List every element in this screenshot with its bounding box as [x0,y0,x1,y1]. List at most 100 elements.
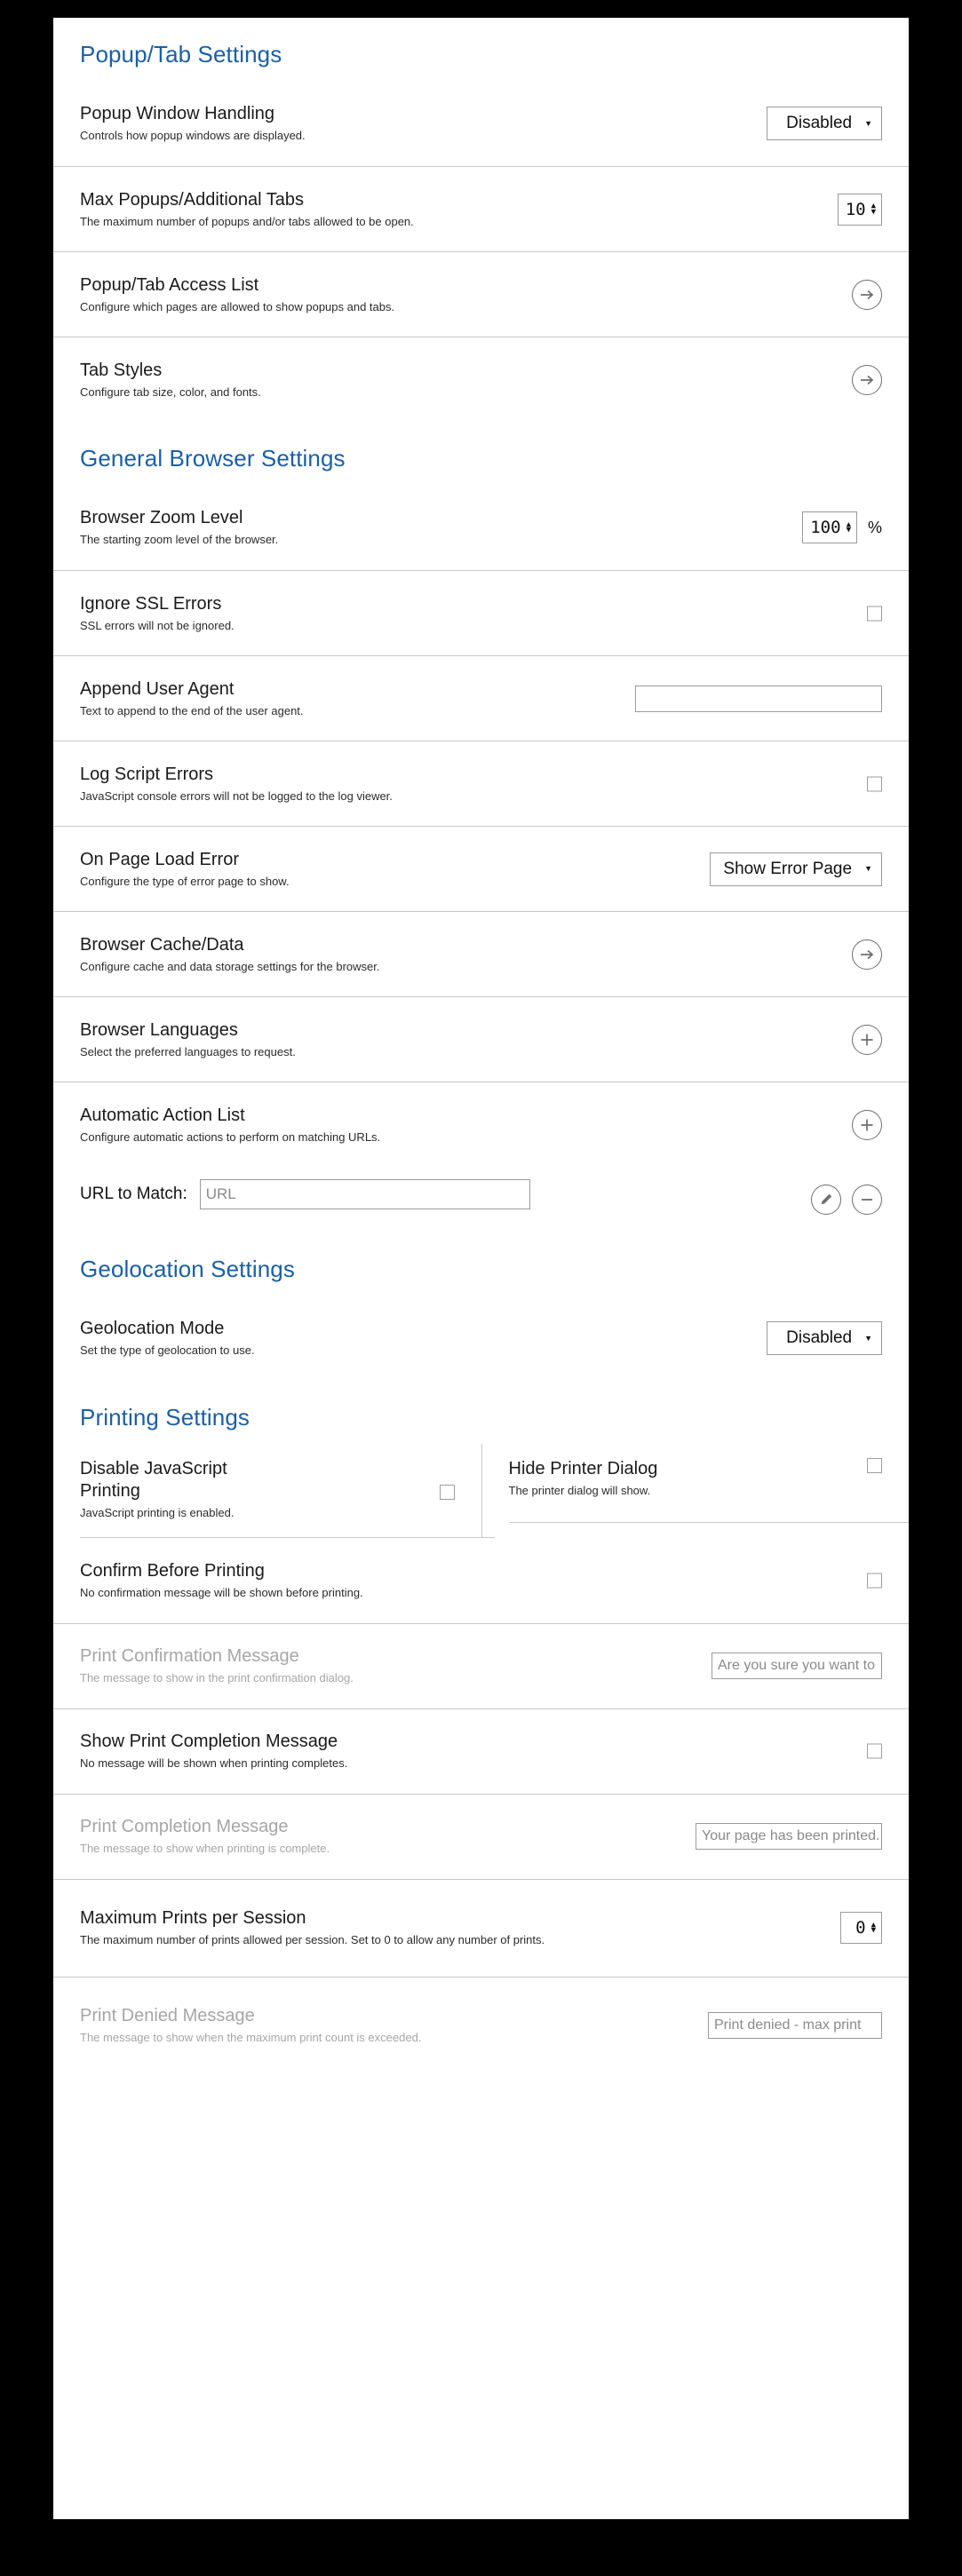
row-title: Popup Window Handling [80,104,275,124]
show-print-completion-message-checkbox[interactable] [867,1743,882,1759]
caret-down-icon[interactable]: ▼ [871,208,876,216]
row-control: 0 ▲ ▼ [839,1912,882,1945]
section-heading-printing: Printing Settings [80,1404,250,1431]
setting-row-popup-tab-access-list[interactable]: Popup/Tab Access List Configure which pa… [53,251,909,337]
row-text: Log Script Errors JavaScript console err… [80,764,393,805]
setting-row-log-script-errors[interactable]: Log Script Errors JavaScript console err… [53,741,909,826]
arrow-right-circle-icon[interactable] [852,364,882,395]
print-confirmation-message-input: Are you sure you want to [712,1653,882,1680]
spinner-arrows[interactable]: ▲ ▼ [871,1921,878,1935]
setting-row-disable-javascript-printing[interactable]: Disable JavaScript Printing JavaScript p… [53,1444,481,1537]
row-description: JavaScript printing is enabled. [80,1506,235,1519]
row-control: Are you sure you want to [712,1653,882,1680]
row-text: Browser Cache/Data Configure cache and d… [80,934,379,975]
caret-down-icon[interactable]: ▼ [871,1926,876,1934]
plus-circle-icon[interactable] [852,1024,882,1055]
setting-row-browser-zoom-level[interactable]: Browser Zoom Level The starting zoom lev… [53,485,909,570]
spinner-arrows[interactable]: ▲ ▼ [847,520,853,535]
row-control [867,606,882,621]
row-control [635,685,882,712]
row-control [867,1573,882,1589]
row-title: Tab Styles [80,360,163,380]
maximum-prints-per-session-spinner[interactable]: 0 ▲ ▼ [839,1912,882,1945]
geolocation-mode-select[interactable]: Disabled ▼ [767,1321,882,1355]
caret-down-icon[interactable]: ▼ [847,526,851,534]
row-text: Maximum Prints per Session The maximum n… [80,1907,545,1948]
select-value: Disabled [786,114,853,132]
ignore-ssl-errors-checkbox[interactable] [867,606,882,621]
row-title: Ignore SSL Errors [80,593,222,614]
row-description: Configure which pages are allowed to sho… [80,299,395,313]
spinner-value: 10 [845,199,866,219]
row-description: Configure automatic actions to perform o… [80,1129,381,1144]
column-divider [508,1521,909,1523]
row-text: Print Completion Message The message to … [80,1816,330,1857]
setting-row-automatic-action-list[interactable]: Automatic Action List Configure automati… [53,1082,909,1167]
browser-zoom-level-spinner[interactable]: 100 ▲ ▼ [802,511,857,543]
setting-row-ignore-ssl-errors[interactable]: Ignore SSL Errors SSL errors will not be… [53,570,909,655]
setting-row-geolocation-mode[interactable]: Geolocation Mode Set the type of geoloca… [53,1296,909,1381]
max-popups-spinner[interactable]: 10 ▲ ▼ [837,193,882,226]
plus-circle-icon[interactable] [852,1109,882,1140]
row-description: Text to append to the end of the user ag… [80,703,304,717]
row-title: Browser Languages [80,1019,238,1040]
section-heading-general-browser: General Browser Settings [80,445,346,472]
pencil-circle-icon[interactable] [811,1185,841,1215]
row-title: Print Completion Message [80,1817,289,1837]
row-control [852,939,882,970]
section-heading-popup-tab: Popup/Tab Settings [80,41,282,67]
row-text: Hide Printer Dialog The printer dialog w… [509,1458,775,1499]
url-to-match-input[interactable]: URL [199,1179,530,1209]
popup-window-handling-select[interactable]: Disabled ▼ [767,107,882,140]
row-title: Hide Printer Dialog [508,1459,658,1478]
url-row-actions [811,1185,882,1215]
on-page-load-error-select[interactable]: Show Error Page ▼ [710,852,882,886]
hide-printer-dialog-checkbox[interactable] [867,1458,882,1473]
row-title: Disable JavaScript Printing [80,1459,227,1501]
row-title: Popup/Tab Access List [80,274,259,295]
setting-row-on-page-load-error[interactable]: On Page Load Error Configure the type of… [53,826,909,911]
printing-two-column-group: Disable JavaScript Printing JavaScript p… [53,1444,909,1537]
row-description: Configure cache and data storage setting… [80,959,380,973]
log-script-errors-checkbox[interactable] [867,776,882,791]
print-denied-message-input: Print denied - max print [708,2012,882,2040]
arrow-right-circle-icon[interactable] [852,939,882,970]
spinner-arrows[interactable]: ▲ ▼ [871,202,878,216]
setting-row-show-print-completion-message[interactable]: Show Print Completion Message No message… [53,1708,909,1794]
disable-javascript-printing-checkbox[interactable] [439,1485,455,1500]
row-control: 10 ▲ ▼ [837,193,882,226]
setting-row-popup-window-handling[interactable]: Popup Window Handling Controls how popup… [53,81,909,166]
setting-row-max-popups[interactable]: Max Popups/Additional Tabs The maximum n… [53,166,909,251]
row-description: The maximum number of prints allowed per… [80,1933,545,1947]
row-title: Max Popups/Additional Tabs [80,189,305,210]
minus-circle-icon[interactable] [852,1185,882,1215]
row-description: No confirmation message will be shown be… [80,1585,363,1599]
section-geolocation-settings: Geolocation Settings Geolocation Mode Se… [53,1233,909,1381]
row-description: The message to show when printing is com… [80,1842,330,1856]
url-to-match-label: URL to Match: [80,1185,187,1203]
setting-row-tab-styles[interactable]: Tab Styles Configure tab size, color, an… [53,337,909,422]
chevron-down-icon: ▼ [864,118,872,128]
row-title: Log Script Errors [80,764,214,784]
select-value: Disabled [786,1328,853,1347]
percent-unit-label: % [867,518,882,536]
setting-row-maximum-prints-per-session[interactable]: Maximum Prints per Session The maximum n… [53,1878,909,1977]
append-user-agent-input[interactable] [635,685,882,712]
row-description: No message will be shown when printing c… [80,1756,348,1771]
arrow-right-circle-icon[interactable] [852,279,882,310]
confirm-before-printing-checkbox[interactable] [867,1573,882,1589]
setting-row-browser-languages[interactable]: Browser Languages Select the preferred l… [53,996,909,1082]
section-general-browser-settings: General Browser Settings Browser Zoom Le… [53,422,909,1233]
row-control [867,1743,882,1759]
setting-row-print-denied-message: Print Denied Message The message to show… [53,1976,909,2074]
setting-row-append-user-agent[interactable]: Append User Agent Text to append to the … [53,655,909,741]
row-title: Automatic Action List [80,1105,245,1125]
setting-row-confirm-before-printing[interactable]: Confirm Before Printing No confirmation … [53,1538,909,1623]
row-description: JavaScript console errors will not be lo… [80,789,393,803]
row-title: Browser Cache/Data [80,934,244,955]
row-control: Your page has been printed. [696,1823,882,1851]
row-control [852,1109,882,1140]
section-heading-geolocation: Geolocation Settings [80,1256,295,1282]
setting-row-hide-printer-dialog[interactable]: Hide Printer Dialog The printer dialog w… [481,1444,909,1537]
setting-row-browser-cache-data[interactable]: Browser Cache/Data Configure cache and d… [53,911,909,996]
